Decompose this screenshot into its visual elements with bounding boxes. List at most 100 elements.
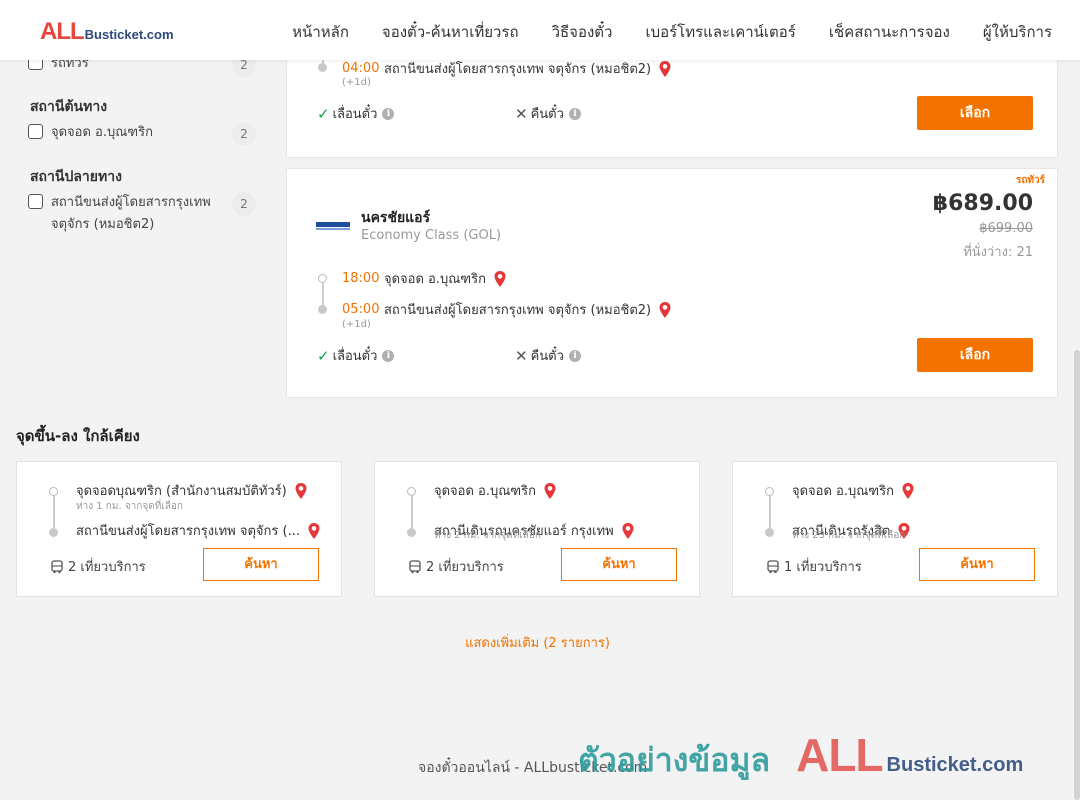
operator-logo-icon: [315, 220, 351, 232]
from-station: จุดจอด อ.บุณฑริก: [434, 484, 536, 499]
refund-policy: ✕ คืนตั๋ว i: [515, 103, 581, 124]
arrival-station: สถานีขนส่งผู้โดยสารกรุงเทพ จตุจักร (หมอช…: [384, 62, 652, 77]
arrival-station: สถานีขนส่งผู้โดยสารกรุงเทพ จตุจักร (หมอช…: [384, 303, 652, 318]
nearby-section-title: จุดขึ้น-ลง ใกล้เคียง: [16, 427, 140, 445]
timeline-line: [769, 496, 771, 528]
map-pin-icon[interactable]: [542, 482, 558, 500]
nav-how-to-book[interactable]: วิธีจองตั๋ว: [552, 20, 613, 44]
nearby-card: จุดจอด อ.บุณฑริก สถานีเดินรถนครชัยแอร์ ก…: [374, 461, 700, 597]
bus-type-tag: รถทัวร์: [1015, 175, 1045, 186]
nav-check-booking[interactable]: เช็คสถานะการจอง: [829, 20, 950, 44]
sample-data-watermark: ตัวอย่างข้อมูล ALL Busticket.com: [578, 728, 1023, 786]
trip-count: 1 เที่ยวบริการ: [766, 556, 862, 577]
timeline-dot: [765, 487, 774, 496]
nearby-from: จุดจอดบุณฑริก (สำนักงานสมบัติทัวร์): [76, 480, 309, 501]
to-distance: ห่าง 23 กม. จากจุดที่เลือก: [792, 530, 906, 541]
from-station: จุดจอด อ.บุณฑริก: [792, 484, 894, 499]
reschedule-label: เลื่อนตั๋ว: [332, 107, 378, 122]
nearby-from: จุดจอด อ.บุณฑริก: [434, 480, 558, 501]
destination-filter-title: สถานีปลายทาง: [30, 169, 122, 185]
map-pin-icon[interactable]: [657, 301, 673, 319]
timeline-dot: [407, 528, 416, 537]
trip-count-label: 1 เที่ยวบริการ: [784, 560, 862, 575]
timeline-line: [53, 496, 55, 528]
trip-count-label: 2 เที่ยวบริการ: [68, 560, 146, 575]
site-logo[interactable]: ALL Busticket.com: [40, 18, 174, 46]
map-pin-icon[interactable]: [306, 522, 322, 540]
filter-dest-mochit2[interactable]: สถานีขนส่งผู้โดยสารกรุงเทพ จตุจักร (หมอช…: [28, 192, 256, 236]
trip-count: 2 เที่ยวบริการ: [50, 556, 146, 577]
nav-booking-search[interactable]: จองตั๋ว-ค้นหาเที่ยวรถ: [382, 20, 519, 44]
cross-icon: ✕: [515, 104, 528, 123]
trip-count: 2 เที่ยวบริการ: [408, 556, 504, 577]
filter-origin-bunthrik[interactable]: จุดจอด อ.บุณฑริก 2: [28, 122, 256, 146]
bus-icon: [767, 559, 779, 573]
search-button[interactable]: ค้นหา: [919, 548, 1035, 581]
watermark-busticket-text: Busticket.com: [886, 754, 1024, 776]
select-button[interactable]: เลือก: [917, 96, 1033, 130]
timeline-dot: [765, 528, 774, 537]
search-button[interactable]: ค้นหา: [561, 548, 677, 581]
to-distance: ห่าง 2 กม. จากจุดที่เลือก: [434, 530, 541, 541]
map-pin-icon[interactable]: [657, 60, 673, 78]
show-more-link[interactable]: แสดงเพิ่มเติม (2 รายการ): [0, 632, 1075, 653]
departure-station: จุดจอด อ.บุณฑริก: [384, 272, 486, 287]
departure-stop: 18:00 จุดจอด อ.บุณฑริก: [342, 268, 508, 289]
departure-time: 18:00: [342, 271, 380, 286]
info-icon[interactable]: i: [382, 349, 395, 362]
search-button[interactable]: ค้นหา: [203, 548, 319, 581]
refund-policy: ✕ คืนตั๋ว i: [515, 345, 581, 366]
info-icon[interactable]: i: [568, 107, 581, 120]
nav-home[interactable]: หน้าหลัก: [292, 20, 349, 44]
timeline-line: [322, 283, 324, 305]
original-price: ฿699.00: [979, 221, 1033, 236]
checkbox[interactable]: [28, 194, 43, 209]
bus-icon: [409, 559, 421, 573]
cross-icon: ✕: [515, 346, 528, 365]
from-station: จุดจอดบุณฑริก (สำนักงานสมบัติทัวร์): [76, 484, 287, 499]
check-icon: ✓: [317, 104, 330, 123]
next-day-label: (+1d): [342, 77, 371, 88]
nearby-card: จุดจอดบุณฑริก (สำนักงานสมบัติทัวร์) ห่าง…: [16, 461, 342, 597]
to-station: สถานีขนส่งผู้โดยสารกรุงเทพ จตุจักร (...: [76, 524, 300, 539]
info-icon[interactable]: i: [382, 107, 395, 120]
map-pin-icon[interactable]: [293, 482, 309, 500]
reschedule-policy: ✓ เลื่อนตั๋ว i: [317, 345, 395, 366]
bus-icon: [51, 559, 63, 573]
nearby-card: จุดจอด อ.บุณฑริก สถานีเดินรถรังสิต ห่าง …: [732, 461, 1058, 597]
map-pin-icon[interactable]: [900, 482, 916, 500]
arrival-stop: 04:00 สถานีขนส่งผู้โดยสารกรุงเทพ จตุจักร…: [342, 58, 673, 79]
operator-name: นครชัยแอร์: [361, 210, 431, 226]
timeline-dot: [318, 274, 327, 283]
from-distance: ห่าง 1 กม. จากจุดที่เลือก: [76, 501, 183, 512]
trip-card: รถทัวร์ นครชัยแอร์ Economy Class (GOL) ฿…: [286, 168, 1058, 398]
count-badge: 2: [232, 192, 256, 216]
logo-busticket-text: Busticket.com: [84, 27, 174, 42]
trip-count-label: 2 เที่ยวบริการ: [426, 560, 504, 575]
arrival-stop: 05:00 สถานีขนส่งผู้โดยสารกรุงเทพ จตุจักร…: [342, 299, 673, 320]
reschedule-label: เลื่อนตั๋ว: [332, 349, 378, 364]
map-pin-icon[interactable]: [620, 522, 636, 540]
timeline-dot: [318, 305, 327, 314]
nearby-to: สถานีขนส่งผู้โดยสารกรุงเทพ จตุจักร (...: [76, 520, 322, 541]
timeline-dot: [49, 487, 58, 496]
nav-operators[interactable]: ผู้ให้บริการ: [983, 20, 1052, 44]
main-nav: หน้าหลัก จองตั๋ว-ค้นหาเที่ยวรถ วิธีจองตั…: [259, 20, 1052, 44]
select-button[interactable]: เลือก: [917, 338, 1033, 372]
refund-label: คืนตั๋ว: [530, 349, 564, 364]
check-icon: ✓: [317, 346, 330, 365]
nav-phone-counter[interactable]: เบอร์โทรและเคาน์เตอร์: [645, 20, 795, 44]
info-icon[interactable]: i: [568, 349, 581, 362]
nearby-from: จุดจอด อ.บุณฑริก: [792, 480, 916, 501]
timeline-dot: [49, 528, 58, 537]
page-scrollbar[interactable]: [1074, 350, 1080, 800]
filter-label: จุดจอด อ.บุณฑริก: [51, 125, 153, 140]
origin-filter-title: สถานีต้นทาง: [30, 99, 108, 115]
seats-available: ที่นั่งว่าง: 21: [963, 245, 1033, 260]
timeline-line: [411, 496, 413, 528]
checkbox[interactable]: [28, 124, 43, 139]
refund-label: คืนตั๋ว: [530, 107, 564, 122]
timeline-dot: [407, 487, 416, 496]
next-day-label: (+1d): [342, 319, 371, 330]
map-pin-icon[interactable]: [492, 270, 508, 288]
